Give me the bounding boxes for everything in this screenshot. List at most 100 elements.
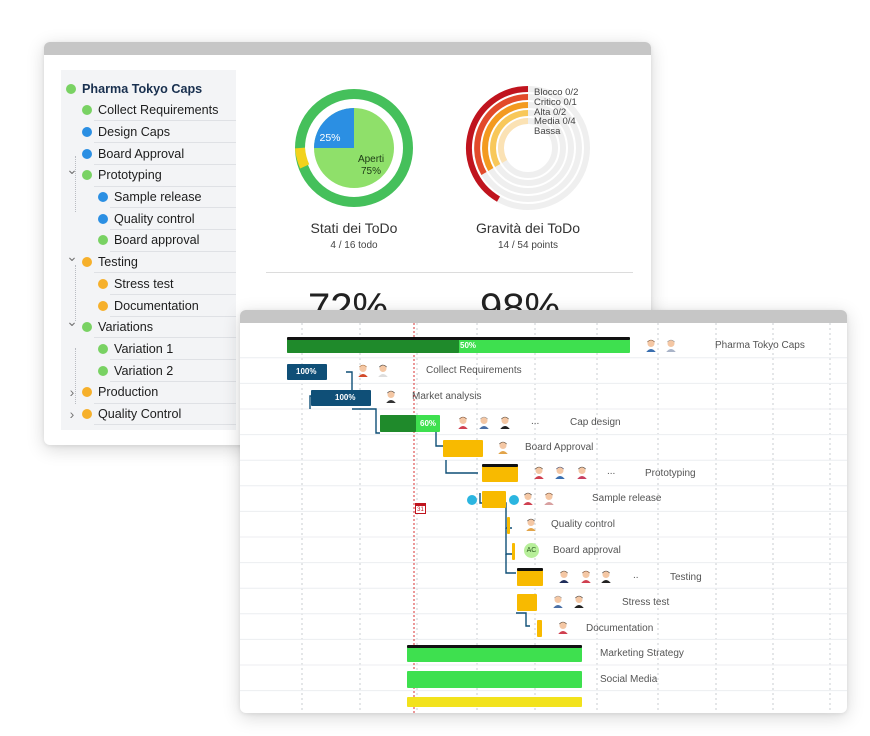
status-dot: [82, 105, 92, 116]
summary-top-line[interactable]: [287, 337, 630, 340]
tree-item-variation-1[interactable]: Variation 1: [98, 338, 173, 359]
gantt-bar-progress[interactable]: [380, 415, 416, 432]
gantt-bar-documentation[interactable]: [537, 620, 542, 637]
tree-item-stress-test[interactable]: Stress test: [98, 273, 174, 294]
gantt-bar-board-approval[interactable]: [443, 440, 483, 457]
todo-status-title: Stati dei ToDo: [310, 220, 398, 236]
user-avatar-icon[interactable]: [580, 570, 592, 583]
initials-avatar[interactable]: AC: [524, 543, 539, 558]
gantt-label-pharma-tokyo-caps: Pharma Tokyo Caps: [715, 340, 805, 351]
progress-label: 100%: [296, 367, 317, 376]
user-avatar-icon[interactable]: [576, 466, 588, 479]
user-avatar-icon[interactable]: [497, 441, 509, 454]
tree-indent-guide: [75, 348, 77, 404]
user-avatar-icon[interactable]: [665, 339, 677, 352]
summary-top-line[interactable]: [407, 645, 582, 648]
gantt-bar-marketing-strategy[interactable]: [407, 646, 582, 662]
tree-item-variations[interactable]: ⌄ Variations: [66, 313, 154, 338]
gantt-bar-quality-control[interactable]: [507, 517, 510, 534]
tree-item-label: Design Caps: [98, 124, 171, 139]
tree-item-production[interactable]: › Production: [70, 382, 159, 403]
chevron-down-icon[interactable]: ⌄: [65, 248, 79, 265]
more-assignees[interactable]: ...: [531, 416, 539, 427]
user-avatar-icon[interactable]: [552, 595, 564, 608]
user-avatar-icon[interactable]: [357, 364, 369, 377]
user-avatar-icon[interactable]: [558, 570, 570, 583]
tree-item-documentation[interactable]: Documentation: [98, 295, 199, 316]
user-avatar-icon[interactable]: [478, 416, 490, 429]
tree-item-pharma-tokyo-caps[interactable]: Pharma Tokyo Caps: [66, 78, 202, 99]
gantt-bar-prototyping[interactable]: [482, 465, 518, 482]
tree-item-label: Collect Requirements: [98, 103, 219, 118]
user-avatar-icon[interactable]: [377, 364, 389, 377]
gantt-bar-partial[interactable]: [407, 697, 582, 707]
todo-status-donut-chart: 25% Aperti 75%: [295, 89, 413, 207]
user-avatar-icon[interactable]: [554, 466, 566, 479]
severity-legend: Blocco 0/2 Critico 0/1 Alta 0/2 Media 0/…: [534, 88, 578, 137]
status-dot: [82, 409, 92, 419]
gantt-label-sample-release: Sample release: [592, 493, 662, 504]
user-avatar-icon[interactable]: [645, 339, 657, 352]
user-avatar-icon[interactable]: [557, 621, 569, 634]
row-separator: [94, 424, 236, 426]
user-avatar-icon[interactable]: [543, 492, 555, 505]
tree-item-label: Board approval: [114, 233, 200, 248]
gantt-bar-stress-test[interactable]: [517, 594, 537, 611]
user-avatar-icon[interactable]: [499, 416, 511, 429]
gantt-window: 50% Pharma Tokyo Caps 100% Collect Requirem…: [240, 310, 847, 713]
gantt-label-market-analysis: Market analysis: [412, 391, 482, 402]
tree-item-label: Production: [98, 385, 159, 400]
tree-item-variation-2[interactable]: Variation 2: [98, 360, 173, 381]
tree-item-label: Variations: [98, 320, 154, 335]
user-avatar-icon[interactable]: [600, 570, 612, 583]
tree-item-board-approval[interactable]: Board Approval: [82, 143, 184, 164]
gantt-bar-social-media[interactable]: [407, 671, 582, 688]
user-avatar-icon[interactable]: [533, 466, 545, 479]
gantt-bar-board-approval-2[interactable]: [512, 543, 515, 560]
status-dot: [82, 322, 92, 333]
gantt-bar-sample-release[interactable]: [482, 491, 506, 508]
window-titlebar: [44, 42, 651, 55]
tree-item-quality-control[interactable]: Quality control: [98, 208, 195, 229]
summary-top-line[interactable]: [517, 568, 543, 571]
gantt-label-stress-test: Stress test: [622, 597, 670, 608]
drag-handle-right: [509, 495, 519, 505]
tree-item-label: Stress test: [114, 276, 174, 291]
status-dot: [82, 148, 92, 159]
todo-severity-subtitle: 14 / 54 points: [497, 240, 559, 251]
status-dot: [98, 192, 108, 202]
user-avatar-icon[interactable]: [522, 492, 534, 505]
tree-item-testing[interactable]: ⌄ Testing: [66, 248, 138, 273]
tree-item-quality-control[interactable]: › Quality Control: [70, 404, 182, 425]
tree-item-label: Prototyping: [98, 168, 162, 183]
more-assignees[interactable]: ..: [633, 570, 639, 581]
gantt-label-documentation: Documentation: [586, 623, 654, 634]
gantt-label-prototyping: Prototyping: [645, 468, 696, 479]
tree-item-sample-release[interactable]: Sample release: [98, 187, 202, 208]
status-dot: [98, 365, 108, 376]
gantt-bar-progress[interactable]: [287, 339, 459, 353]
progress-label: 100%: [335, 393, 356, 402]
gantt-bar-testing[interactable]: [517, 569, 543, 586]
status-dot: [98, 343, 108, 354]
status-dot: [82, 257, 92, 268]
tree-item-prototyping[interactable]: ⌄ Prototyping: [66, 161, 162, 186]
status-dot: [98, 235, 108, 246]
chevron-right-icon[interactable]: ›: [65, 406, 79, 422]
todo-status-subtitle: 4 / 16 todo: [330, 240, 378, 251]
user-avatar-icon[interactable]: [573, 595, 585, 608]
tree-indent-guide: [75, 265, 77, 321]
gantt-label-testing: Testing: [670, 572, 702, 583]
tree-item-design-caps[interactable]: Design Caps: [82, 121, 170, 142]
tree-item-label: Sample release: [114, 190, 202, 204]
tree-item-collect-requirements[interactable]: Collect Requirements: [82, 100, 218, 121]
user-avatar-icon[interactable]: [457, 416, 469, 429]
summary-top-line[interactable]: [482, 464, 518, 467]
user-avatar-icon[interactable]: [525, 518, 537, 531]
calendar-icon[interactable]: 31: [415, 503, 426, 514]
user-avatar-icon[interactable]: [385, 390, 397, 403]
gantt-label-board-approval-2: Board approval: [553, 545, 621, 556]
severity-bassa: Bassa: [534, 126, 561, 138]
more-assignees[interactable]: ...: [607, 466, 615, 477]
tree-item-board-approval[interactable]: Board approval: [98, 230, 199, 251]
